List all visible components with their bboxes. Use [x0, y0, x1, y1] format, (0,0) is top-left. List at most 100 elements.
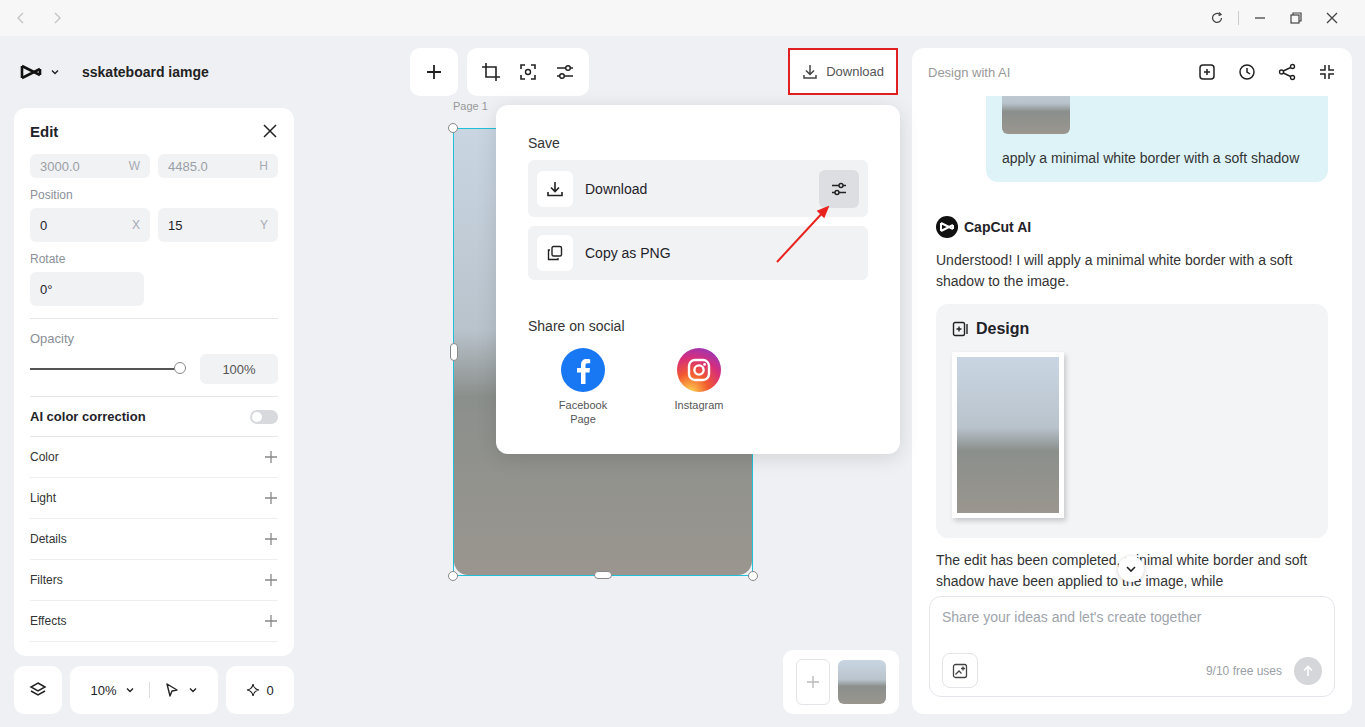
- close-icon[interactable]: [1325, 11, 1339, 25]
- ai-message: CapCut AIUnderstood! I will apply a mini…: [936, 216, 1328, 538]
- size-field[interactable]: 3000.0W: [30, 154, 150, 178]
- branch-icon[interactable]: [1278, 63, 1296, 81]
- layers-button[interactable]: [14, 666, 62, 714]
- slider-thumb[interactable]: [174, 362, 186, 374]
- credit-count: 0: [266, 683, 273, 698]
- resize-handle[interactable]: [448, 571, 458, 581]
- page-thumbnail[interactable]: [838, 660, 886, 704]
- menu-item[interactable]: Download: [528, 160, 868, 217]
- ai-panel-header: Design with AI: [912, 48, 1352, 96]
- attached-image[interactable]: [1002, 96, 1070, 134]
- collapse-icon[interactable]: [1318, 63, 1336, 81]
- new-chat-icon[interactable]: [1198, 63, 1216, 81]
- image-add-icon: [952, 663, 968, 679]
- ai-credits[interactable]: 0: [226, 666, 294, 714]
- ai-panel: Design with AIapply a minimal white bord…: [912, 48, 1352, 714]
- position-field[interactable]: 15Y: [158, 208, 278, 242]
- design-icon: [952, 321, 968, 337]
- instagram-icon[interactable]: [677, 348, 721, 392]
- restore-icon[interactable]: [1289, 11, 1303, 25]
- layers-icon[interactable]: [29, 681, 47, 699]
- plus-icon[interactable]: [806, 675, 820, 689]
- resize-handle[interactable]: [450, 343, 458, 361]
- canvas-area: Download Page 1 Save Download Copy as PNG Sha…: [296, 36, 912, 727]
- send-button[interactable]: [1294, 657, 1322, 685]
- download-icon: [802, 64, 818, 80]
- crop-icon[interactable]: [481, 62, 501, 82]
- forward-icon[interactable]: [50, 11, 64, 25]
- project-name[interactable]: sskateboard iamge: [82, 64, 209, 80]
- social-share[interactable]: Instagram: [664, 348, 734, 426]
- zoom-control[interactable]: 10%: [70, 666, 218, 714]
- opacity-label: Opacity: [30, 331, 278, 346]
- project-header: sskateboard iamge: [14, 36, 296, 108]
- download-icon: [546, 180, 564, 198]
- export-settings-button[interactable]: [819, 170, 859, 208]
- left-column: sskateboard iamgeEdit3000.0W4485.0HPosit…: [0, 36, 296, 727]
- adjust-icon[interactable]: [555, 62, 575, 82]
- separator: [1238, 11, 1239, 25]
- plus-icon[interactable]: [264, 532, 278, 546]
- ai-color-toggle[interactable]: [250, 410, 278, 424]
- annotation-arrow-icon: [772, 199, 842, 269]
- rotate-field[interactable]: 0°: [30, 272, 144, 306]
- title-bar: [0, 0, 1365, 36]
- design-preview[interactable]: [952, 352, 1064, 518]
- resize-handle[interactable]: [448, 123, 458, 133]
- refresh-icon[interactable]: [1210, 11, 1224, 25]
- capcut-logo-icon: [936, 216, 958, 238]
- arrow-up-icon: [1302, 665, 1314, 677]
- plus-icon[interactable]: [425, 63, 443, 81]
- chevron-down-icon[interactable]: [188, 685, 198, 695]
- capcut-logo-icon[interactable]: [20, 63, 42, 81]
- chat-area: apply a minimal white border with a soft…: [912, 96, 1352, 596]
- zoom-value[interactable]: 10%: [90, 683, 116, 698]
- add-page-button[interactable]: [796, 659, 830, 705]
- edit-panel: Edit3000.0W4485.0HPosition0X15YRotate0°O…: [14, 108, 294, 656]
- smart-select-icon[interactable]: [518, 62, 538, 82]
- add-button[interactable]: [410, 48, 458, 96]
- download-menu: Save Download Copy as PNG Share on social Fa…: [496, 105, 900, 454]
- design-card[interactable]: Design: [936, 304, 1328, 538]
- plus-icon[interactable]: [264, 614, 278, 628]
- position-field[interactable]: 0X: [30, 208, 150, 242]
- page-label: Page 1: [453, 100, 488, 112]
- chevron-down-icon[interactable]: [125, 685, 135, 695]
- section-row[interactable]: Light: [30, 478, 278, 519]
- plus-icon[interactable]: [264, 573, 278, 587]
- share-label: Share on social: [528, 318, 868, 334]
- prompt-placeholder[interactable]: Share your ideas and let's create togeth…: [942, 609, 1322, 625]
- section-row[interactable]: Effects: [30, 601, 278, 642]
- design-card-title: Design: [976, 320, 1029, 338]
- edit-header: Edit: [14, 108, 294, 154]
- resize-handle[interactable]: [594, 571, 612, 579]
- menu-item[interactable]: Copy as PNG: [528, 226, 868, 280]
- chevron-down-icon[interactable]: [50, 67, 60, 77]
- minimize-icon[interactable]: [1253, 11, 1267, 25]
- scroll-down-button[interactable]: [1118, 556, 1144, 582]
- back-icon[interactable]: [14, 11, 28, 25]
- sparkle-icon: [246, 683, 260, 697]
- add-image-button[interactable]: [942, 653, 978, 688]
- section-row[interactable]: Filters: [30, 560, 278, 601]
- capcut-window: sskateboard iamgeEdit3000.0W4485.0HPosit…: [0, 0, 1365, 727]
- section-row[interactable]: Color: [30, 437, 278, 478]
- size-field[interactable]: 4485.0H: [158, 154, 278, 178]
- pointer-icon[interactable]: [164, 682, 180, 698]
- facebook-icon[interactable]: [561, 348, 605, 392]
- save-label: Save: [528, 135, 868, 151]
- download-button[interactable]: Download: [788, 48, 898, 95]
- plus-icon[interactable]: [264, 491, 278, 505]
- chevron-down-icon[interactable]: [1125, 563, 1137, 575]
- plus-icon[interactable]: [264, 450, 278, 464]
- prompt-input[interactable]: Share your ideas and let's create togeth…: [929, 596, 1335, 697]
- opacity-value[interactable]: 100%: [200, 354, 278, 384]
- social-share[interactable]: Facebook Page: [548, 348, 618, 426]
- resize-handle[interactable]: [748, 571, 758, 581]
- bottom-toolbar: 10% 0: [14, 666, 296, 714]
- close-icon[interactable]: [262, 123, 278, 139]
- section-row[interactable]: Details: [30, 519, 278, 560]
- copy-icon: [547, 245, 563, 261]
- opacity-slider[interactable]: [30, 368, 180, 370]
- history-icon[interactable]: [1238, 63, 1256, 81]
